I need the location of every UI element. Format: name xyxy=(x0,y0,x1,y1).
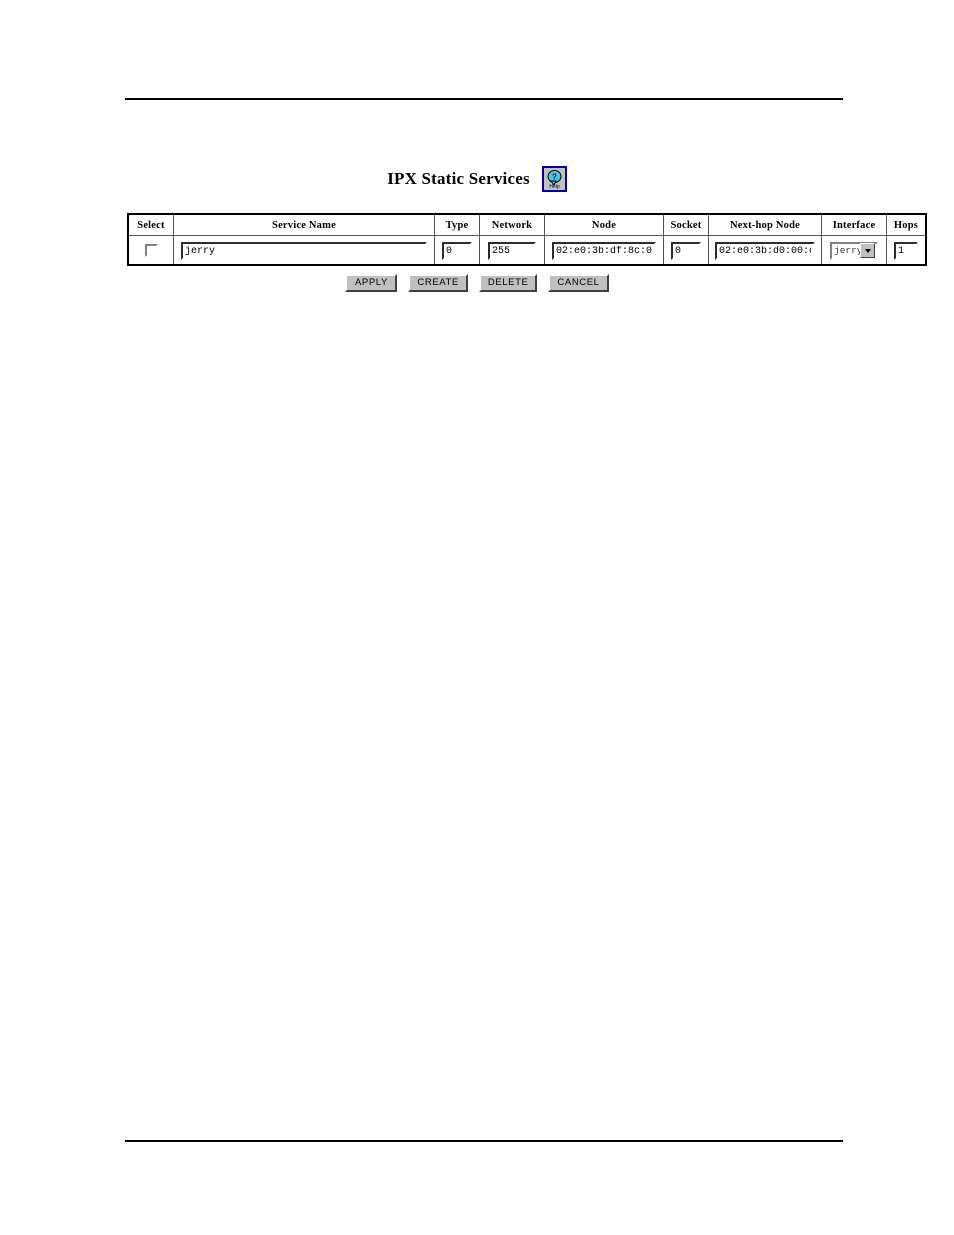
hops-input[interactable] xyxy=(894,242,918,261)
cell-select xyxy=(127,235,174,266)
service-name-input[interactable] xyxy=(181,242,427,261)
interface-select[interactable]: jerry3 xyxy=(830,241,878,260)
svg-text:Help: Help xyxy=(549,184,560,189)
column-header-service-name: Service Name xyxy=(173,213,435,236)
ipx-static-services-table-wrapper: Select Service Name Type Network Node So… xyxy=(127,213,927,266)
help-icon-graphic: ? Help xyxy=(544,169,564,189)
cell-next-hop-node xyxy=(708,235,822,266)
cell-interface: jerry3 xyxy=(821,235,887,266)
ipx-static-services-table: Select Service Name Type Network Node So… xyxy=(127,213,927,266)
column-header-next-hop-node: Next-hop Node xyxy=(708,213,822,236)
help-icon[interactable]: ? Help xyxy=(541,166,567,192)
table-header-row: Select Service Name Type Network Node So… xyxy=(127,213,927,236)
create-button[interactable]: CREATE xyxy=(408,274,468,292)
action-button-bar: APPLY CREATE DELETE CANCEL xyxy=(0,274,954,292)
delete-button[interactable]: DELETE xyxy=(478,274,538,292)
svg-text:?: ? xyxy=(552,173,557,182)
interface-select-value: jerry3 xyxy=(834,245,860,257)
cancel-button[interactable]: CANCEL xyxy=(548,274,609,292)
next-hop-node-input[interactable] xyxy=(715,242,815,261)
cell-node xyxy=(544,235,664,266)
cell-socket xyxy=(663,235,709,266)
column-header-type: Type xyxy=(434,213,480,236)
cell-network xyxy=(479,235,545,266)
footer-rule xyxy=(125,1140,843,1142)
chevron-down-icon xyxy=(860,243,875,259)
header-rule xyxy=(125,98,843,100)
cell-type xyxy=(434,235,480,266)
page-title: IPX Static Services xyxy=(387,169,530,188)
page-header: IPX Static Services ? Help xyxy=(0,166,954,192)
socket-input[interactable] xyxy=(671,242,701,261)
column-header-node: Node xyxy=(544,213,664,236)
row-select-checkbox[interactable] xyxy=(144,243,158,257)
node-input[interactable] xyxy=(552,242,656,261)
network-input[interactable] xyxy=(488,242,536,261)
table-row: jerry3 xyxy=(127,235,927,266)
cell-hops xyxy=(886,235,927,266)
column-header-socket: Socket xyxy=(663,213,709,236)
column-header-interface: Interface xyxy=(821,213,887,236)
column-header-network: Network xyxy=(479,213,545,236)
column-header-hops: Hops xyxy=(886,213,927,236)
cell-service-name xyxy=(173,235,435,266)
column-header-select: Select xyxy=(127,213,174,236)
type-input[interactable] xyxy=(442,242,472,261)
apply-button[interactable]: APPLY xyxy=(345,274,398,292)
